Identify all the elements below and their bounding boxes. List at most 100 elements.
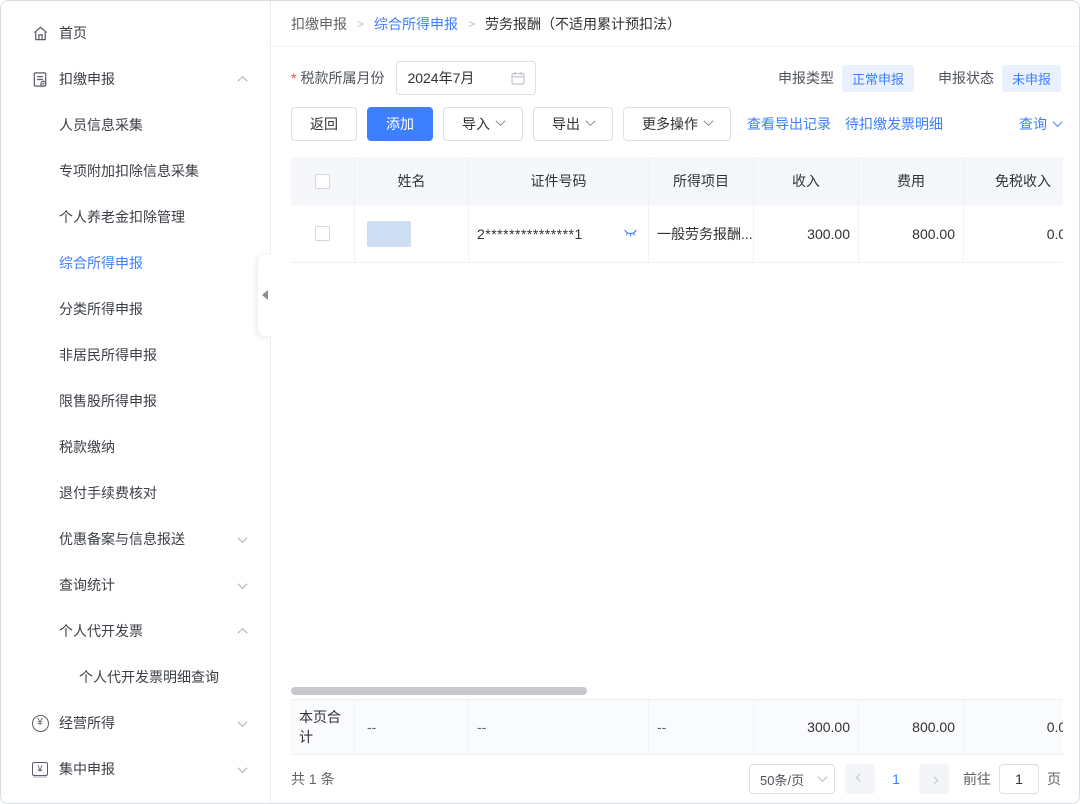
more-actions-button[interactable]: 更多操作 [623, 107, 731, 141]
import-button[interactable]: 导入 [443, 107, 523, 141]
header-cell-checkbox [291, 157, 355, 205]
data-table: 姓名 证件号码 所得项目 收入 费用 免税收入 2***************… [291, 157, 1063, 263]
row-cell-cert: 2***************1 [469, 205, 649, 262]
sidebar-item-tax-payment[interactable]: 税款缴纳 [1, 424, 270, 470]
horizontal-scrollbar [291, 687, 1061, 697]
breadcrumb: 扣缴申报 > 综合所得申报 > 劳务报酬（不适用累计预扣法） [271, 1, 1079, 47]
page-size-select[interactable]: 50条/页 [749, 764, 835, 794]
breadcrumb-item: 扣缴申报 [291, 14, 347, 34]
chevron-right-icon [930, 776, 938, 784]
row-cell-taxfree: 0.00 [964, 205, 1063, 262]
sidebar-item-classified-income[interactable]: 分类所得申报 [1, 286, 270, 332]
sidebar-item-special-deduction-info[interactable]: 专项附加扣除信息采集 [1, 148, 270, 194]
declare-type-badge: 正常申报 [842, 65, 914, 92]
sidebar-item-withholding-declare[interactable]: 扣缴申报 [1, 56, 270, 102]
view-export-records-link[interactable]: 查看导出记录 [747, 114, 831, 134]
month-label: 税款所属月份 [300, 68, 384, 88]
sidebar-item-personal-invoice-detail-query[interactable]: 个人代开发票明细查询 [1, 654, 270, 700]
header-cell-cert: 证件号码 [469, 157, 649, 205]
page-size-value: 50条/页 [760, 770, 819, 789]
eye-icon[interactable] [623, 229, 638, 238]
sidebar-item-comprehensive-income[interactable]: 综合所得申报 [1, 240, 270, 286]
row-cell-fee: 800.00 [859, 205, 964, 262]
current-page-number[interactable]: 1 [883, 771, 909, 787]
month-picker-input[interactable]: 2024年7月 [396, 61, 536, 95]
summary-taxfree: 0.00 [964, 700, 1063, 754]
sidebar-collapse-handle[interactable] [257, 253, 271, 337]
sidebar-item-label: 集中申报 [59, 759, 239, 779]
sidebar-item-nonresident-income[interactable]: 非居民所得申报 [1, 332, 270, 378]
summary-name: -- [355, 700, 469, 754]
sidebar-item-centralized-declare[interactable]: ¥ 集中申报 [1, 746, 270, 792]
add-button[interactable]: 添加 [367, 107, 433, 141]
chevron-down-icon [496, 116, 506, 126]
goto-label: 前往 [963, 769, 991, 789]
declare-info: 申报类型 正常申报 申报状态 未申报 [778, 65, 1061, 92]
horizontal-scrollbar-thumb[interactable] [291, 687, 587, 695]
declare-status-badge: 未申报 [1002, 65, 1061, 92]
export-button[interactable]: 导出 [533, 107, 613, 141]
breadcrumb-link[interactable]: 综合所得申报 [374, 14, 458, 34]
toolbar: 返回 添加 导入 导出 更多操作 查看导出记录 待扣缴发票明细 查询 [271, 107, 1079, 141]
export-label: 导出 [552, 114, 580, 134]
goto-page: 前往 页 [963, 764, 1061, 794]
sidebar-item-refund-fee-check[interactable]: 退付手续费核对 [1, 470, 270, 516]
app-window: 首页 扣缴申报 人员信息采集 专项附加扣除信息采集 个人养老金扣除管理 综合所得… [0, 0, 1080, 804]
sidebar-item-business-income[interactable]: ¥ 经营所得 [1, 700, 270, 746]
sidebar-item-label: 首页 [59, 23, 246, 43]
row-cell-name [355, 205, 469, 262]
table-row[interactable]: 2***************1 一般劳务报酬... 300.00 800.0… [291, 205, 1063, 263]
sidebar-item-label: 税款缴纳 [59, 437, 246, 457]
chevron-up-icon [238, 75, 248, 85]
breadcrumb-separator: > [468, 17, 475, 31]
header-cell-name: 姓名 [355, 157, 469, 205]
page-unit-label: 页 [1047, 769, 1061, 789]
declare-type-label: 申报类型 [778, 68, 834, 88]
total-count: 共 1 条 [291, 769, 335, 789]
sidebar-item-label: 优惠备案与信息报送 [59, 529, 239, 549]
header-cell-item: 所得项目 [649, 157, 754, 205]
select-all-checkbox[interactable] [315, 174, 330, 189]
month-value: 2024年7月 [407, 68, 511, 88]
chevron-down-icon [704, 116, 714, 126]
back-button[interactable]: 返回 [291, 107, 357, 141]
collapse-arrow-icon [262, 290, 268, 300]
sidebar-item-pension-deduction[interactable]: 个人养老金扣除管理 [1, 194, 270, 240]
header-cell-income: 收入 [754, 157, 859, 205]
sidebar-item-label: 限售股所得申报 [59, 391, 246, 411]
sidebar-item-home[interactable]: 首页 [1, 10, 270, 56]
summary-row-wrap: 本页合计 -- -- -- 300.00 800.00 0.00 [291, 699, 1063, 755]
row-checkbox[interactable] [315, 226, 330, 241]
redacted-name-block [367, 221, 411, 247]
sidebar-item-personnel-info[interactable]: 人员信息采集 [1, 102, 270, 148]
sidebar-item-personal-invoice[interactable]: 个人代开发票 [1, 608, 270, 654]
sidebar-item-label: 个人代开发票 [59, 621, 239, 641]
table-header-row: 姓名 证件号码 所得项目 收入 费用 免税收入 [291, 157, 1063, 205]
yen-monitor-icon: ¥ [31, 760, 49, 778]
main-content: 扣缴申报 > 综合所得申报 > 劳务报酬（不适用累计预扣法） * 税款所属月份 … [271, 1, 1079, 803]
breadcrumb-current: 劳务报酬（不适用累计预扣法） [485, 14, 681, 34]
sidebar-item-label: 个人养老金扣除管理 [59, 207, 246, 227]
sidebar-item-query-statistics[interactable]: 查询统计 [1, 562, 270, 608]
header-cell-fee: 费用 [859, 157, 964, 205]
chevron-down-icon [238, 763, 248, 773]
sidebar-item-label: 扣缴申报 [59, 69, 239, 89]
query-dropdown[interactable]: 查询 [1019, 114, 1061, 134]
import-label: 导入 [462, 114, 490, 134]
sidebar-item-label: 专项附加扣除信息采集 [59, 161, 246, 181]
row-cell-item: 一般劳务报酬... [649, 205, 754, 262]
chevron-down-icon [818, 772, 828, 782]
sidebar-item-preferential-filing[interactable]: 优惠备案与信息报送 [1, 516, 270, 562]
document-icon [31, 70, 49, 88]
summary-row: 本页合计 -- -- -- 300.00 800.00 0.00 [291, 700, 1063, 754]
declare-status-label: 申报状态 [938, 68, 994, 88]
pending-withholding-invoice-link[interactable]: 待扣缴发票明细 [845, 114, 943, 134]
next-page-button[interactable] [919, 764, 949, 794]
chevron-down-icon [586, 116, 596, 126]
prev-page-button[interactable] [845, 764, 875, 794]
goto-page-input[interactable] [999, 764, 1039, 794]
sidebar-item-restricted-stock[interactable]: 限售股所得申报 [1, 378, 270, 424]
home-icon [31, 24, 49, 42]
pagination-bar: 共 1 条 50条/页 1 前往 页 [271, 755, 1079, 803]
chevron-down-icon [238, 533, 248, 543]
